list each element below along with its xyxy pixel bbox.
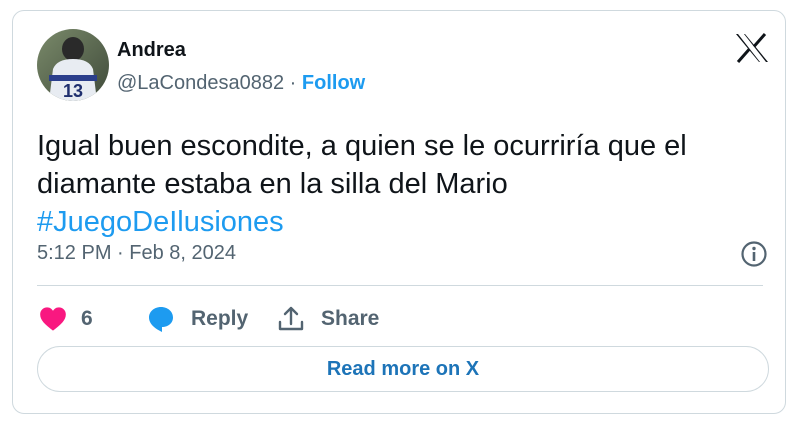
follow-button[interactable]: Follow bbox=[302, 72, 365, 94]
meta-separator: · bbox=[289, 72, 297, 94]
hashtag-link[interactable]: #JuegoDeIlusiones bbox=[37, 203, 757, 241]
avatar-image: 13 bbox=[37, 29, 109, 101]
tweet-text-line: diamante estaba en la silla del Mario bbox=[37, 168, 508, 200]
speech-bubble-icon bbox=[147, 305, 175, 333]
reply-label: Reply bbox=[191, 307, 249, 330]
author-meta: @LaCondesa0882 · Follow bbox=[117, 72, 365, 95]
tweet-timestamp[interactable]: 5:12 PM · Feb 8, 2024 bbox=[37, 242, 236, 265]
reply-button[interactable]: Reply bbox=[147, 301, 248, 337]
tweet-card: 13 Andrea @LaCondesa0882 · Follow Igual … bbox=[12, 10, 786, 414]
share-button[interactable]: Share bbox=[277, 301, 379, 337]
tweet-text: Igual buen escondite, a quien se le ocur… bbox=[37, 127, 757, 241]
info-icon[interactable] bbox=[740, 240, 768, 268]
action-bar: 6 Reply Share bbox=[37, 301, 737, 337]
share-upload-icon bbox=[277, 305, 305, 333]
author-name[interactable]: Andrea bbox=[117, 39, 186, 62]
tweet-text-line: Igual buen escondite, a quien se le ocur… bbox=[37, 130, 687, 162]
like-button[interactable]: 6 bbox=[39, 301, 93, 337]
heart-icon bbox=[39, 306, 67, 332]
svg-text:13: 13 bbox=[63, 81, 83, 101]
author-handle[interactable]: @LaCondesa0882 bbox=[117, 72, 284, 94]
avatar[interactable]: 13 bbox=[37, 29, 109, 101]
x-logo-icon[interactable] bbox=[735, 33, 769, 63]
like-count: 6 bbox=[81, 307, 93, 330]
divider bbox=[37, 285, 763, 286]
read-more-button[interactable]: Read more on X bbox=[37, 346, 769, 392]
share-label: Share bbox=[321, 307, 380, 330]
